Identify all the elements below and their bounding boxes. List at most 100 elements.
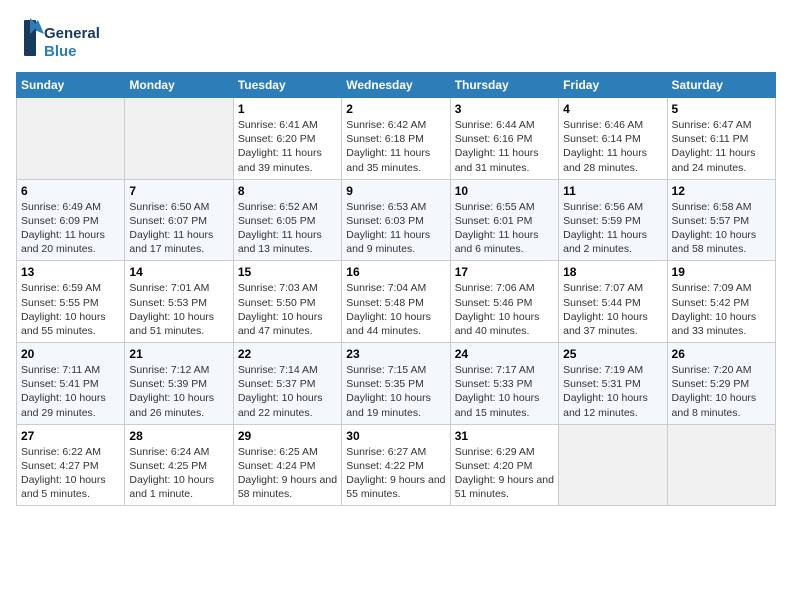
cell-content: Sunrise: 6:50 AMSunset: 6:07 PMDaylight:…: [129, 200, 228, 257]
daylight-label: Daylight: 11 hours and 28 minutes.: [563, 147, 647, 173]
day-number: 14: [129, 265, 228, 279]
sunset-label: Sunset: 5:50 PM: [238, 297, 316, 309]
cell-content: Sunrise: 7:04 AMSunset: 5:48 PMDaylight:…: [346, 281, 445, 338]
svg-text:General: General: [44, 25, 100, 42]
sunset-label: Sunset: 5:44 PM: [563, 297, 641, 309]
daylight-label: Daylight: 10 hours and 37 minutes.: [563, 311, 648, 337]
day-number: 20: [21, 347, 120, 361]
daylight-label: Daylight: 10 hours and 40 minutes.: [455, 311, 540, 337]
day-number: 22: [238, 347, 337, 361]
day-number: 17: [455, 265, 554, 279]
daylight-label: Daylight: 11 hours and 6 minutes.: [455, 229, 539, 255]
calendar-cell: 28Sunrise: 6:24 AMSunset: 4:25 PMDayligh…: [125, 424, 233, 506]
calendar-cell: 10Sunrise: 6:55 AMSunset: 6:01 PMDayligh…: [450, 179, 558, 261]
sunrise-label: Sunrise: 7:03 AM: [238, 282, 318, 294]
day-number: 6: [21, 184, 120, 198]
sunset-label: Sunset: 5:55 PM: [21, 297, 99, 309]
daylight-label: Daylight: 11 hours and 17 minutes.: [129, 229, 213, 255]
daylight-label: Daylight: 11 hours and 31 minutes.: [455, 147, 539, 173]
cell-content: Sunrise: 7:15 AMSunset: 5:35 PMDaylight:…: [346, 363, 445, 420]
daylight-label: Daylight: 10 hours and 58 minutes.: [672, 229, 757, 255]
sunset-label: Sunset: 6:14 PM: [563, 133, 641, 145]
day-number: 1: [238, 102, 337, 116]
daylight-label: Daylight: 11 hours and 24 minutes.: [672, 147, 756, 173]
sunrise-label: Sunrise: 6:22 AM: [21, 446, 101, 458]
sunrise-label: Sunrise: 6:50 AM: [129, 201, 209, 213]
cell-content: Sunrise: 6:22 AMSunset: 4:27 PMDaylight:…: [21, 445, 120, 502]
day-number: 16: [346, 265, 445, 279]
day-number: 5: [672, 102, 771, 116]
calendar-cell: 30 Sunrise: 6:27 AMSunset: 4:22 PMDayligh…: [342, 424, 450, 506]
cell-content: Sunrise: 7:20 AMSunset: 5:29 PMDaylight:…: [672, 363, 771, 420]
daylight-label: Daylight: 10 hours and 29 minutes.: [21, 392, 106, 418]
day-number: 4: [563, 102, 662, 116]
calendar-cell: 7Sunrise: 6:50 AMSunset: 6:07 PMDaylight…: [125, 179, 233, 261]
daylight-label: Daylight: 11 hours and 9 minutes.: [346, 229, 430, 255]
day-number: 30: [346, 429, 445, 443]
cell-content: Sunrise: 6:41 AMSunset: 6:20 PMDaylight:…: [238, 118, 337, 175]
sunset-label: Sunset: 5:33 PM: [455, 378, 533, 390]
calendar-cell: 2Sunrise: 6:42 AMSunset: 6:18 PMDaylight…: [342, 98, 450, 180]
daylight-label: Daylight: 11 hours and 39 minutes.: [238, 147, 322, 173]
cell-content: Sunrise: 6:47 AMSunset: 6:11 PMDaylight:…: [672, 118, 771, 175]
daylight-label: Daylight: 10 hours and 33 minutes.: [672, 311, 757, 337]
cell-content: Sunrise: 6:29 AMSunset: 4:20 PMDaylight:…: [455, 445, 554, 502]
calendar-cell: 4Sunrise: 6:46 AMSunset: 6:14 PMDaylight…: [559, 98, 667, 180]
day-number: 8: [238, 184, 337, 198]
calendar-cell: 24Sunrise: 7:17 AMSunset: 5:33 PMDayligh…: [450, 343, 558, 425]
sunrise-label: Sunrise: 7:12 AM: [129, 364, 209, 376]
calendar-cell: 6 Sunrise: 6:49 AMSunset: 6:09 PMDaylight…: [17, 179, 125, 261]
sunrise-label: Sunrise: 6:47 AM: [672, 119, 752, 131]
calendar-cell: 29Sunrise: 6:25 AMSunset: 4:24 PMDayligh…: [233, 424, 341, 506]
cell-content: Sunrise: 6:53 AMSunset: 6:03 PMDaylight:…: [346, 200, 445, 257]
sunset-label: Sunset: 5:35 PM: [346, 378, 424, 390]
cell-content: Sunrise: 6:25 AMSunset: 4:24 PMDaylight:…: [238, 445, 337, 502]
cell-content: Sunrise: 6:27 AMSunset: 4:22 PMDaylight:…: [346, 445, 445, 502]
daylight-label: Daylight: 9 hours and 55 minutes.: [346, 474, 445, 500]
sunset-label: Sunset: 4:25 PM: [129, 460, 207, 472]
calendar-cell: 9Sunrise: 6:53 AMSunset: 6:03 PMDaylight…: [342, 179, 450, 261]
sunset-label: Sunset: 5:29 PM: [672, 378, 750, 390]
sunrise-label: Sunrise: 6:42 AM: [346, 119, 426, 131]
day-number: 12: [672, 184, 771, 198]
sunset-label: Sunset: 6:05 PM: [238, 215, 316, 227]
daylight-label: Daylight: 10 hours and 8 minutes.: [672, 392, 757, 418]
day-number: 24: [455, 347, 554, 361]
sunrise-label: Sunrise: 6:55 AM: [455, 201, 535, 213]
cell-content: Sunrise: 7:09 AMSunset: 5:42 PMDaylight:…: [672, 281, 771, 338]
day-number: 25: [563, 347, 662, 361]
cell-content: Sunrise: 6:59 AMSunset: 5:55 PMDaylight:…: [21, 281, 120, 338]
calendar-cell: 31Sunrise: 6:29 AMSunset: 4:20 PMDayligh…: [450, 424, 558, 506]
cell-content: Sunrise: 6:55 AMSunset: 6:01 PMDaylight:…: [455, 200, 554, 257]
calendar-week-4: 20Sunrise: 7:11 AMSunset: 5:41 PMDayligh…: [17, 343, 776, 425]
calendar-cell: 12 Sunrise: 6:58 AMSunset: 5:57 PMDayligh…: [667, 179, 775, 261]
sunrise-label: Sunrise: 6:41 AM: [238, 119, 318, 131]
sunrise-label: Sunrise: 7:14 AM: [238, 364, 318, 376]
calendar-cell: 1 Sunrise: 6:41 AMSunset: 6:20 PMDaylight…: [233, 98, 341, 180]
day-number: 19: [672, 265, 771, 279]
calendar-cell: 18Sunrise: 7:07 AMSunset: 5:44 PMDayligh…: [559, 261, 667, 343]
day-number: 2: [346, 102, 445, 116]
cell-content: Sunrise: 7:03 AMSunset: 5:50 PMDaylight:…: [238, 281, 337, 338]
day-header-tuesday: Tuesday: [233, 73, 341, 98]
sunset-label: Sunset: 4:27 PM: [21, 460, 99, 472]
day-number: 11: [563, 184, 662, 198]
daylight-label: Daylight: 11 hours and 13 minutes.: [238, 229, 322, 255]
cell-content: Sunrise: 7:12 AMSunset: 5:39 PMDaylight:…: [129, 363, 228, 420]
calendar-cell: 15Sunrise: 7:03 AMSunset: 5:50 PMDayligh…: [233, 261, 341, 343]
cell-content: Sunrise: 6:49 AMSunset: 6:09 PMDaylight:…: [21, 200, 120, 257]
sunset-label: Sunset: 6:09 PM: [21, 215, 99, 227]
daylight-label: Daylight: 10 hours and 12 minutes.: [563, 392, 648, 418]
calendar-cell: 26Sunrise: 7:20 AMSunset: 5:29 PMDayligh…: [667, 343, 775, 425]
daylight-label: Daylight: 10 hours and 55 minutes.: [21, 311, 106, 337]
sunrise-label: Sunrise: 7:15 AM: [346, 364, 426, 376]
calendar-cell: 14Sunrise: 7:01 AMSunset: 5:53 PMDayligh…: [125, 261, 233, 343]
daylight-label: Daylight: 10 hours and 22 minutes.: [238, 392, 323, 418]
daylight-label: Daylight: 10 hours and 15 minutes.: [455, 392, 540, 418]
calendar-body: 1 Sunrise: 6:41 AMSunset: 6:20 PMDaylight…: [17, 98, 776, 506]
sunset-label: Sunset: 5:57 PM: [672, 215, 750, 227]
cell-content: Sunrise: 6:58 AMSunset: 5:57 PMDaylight:…: [672, 200, 771, 257]
calendar-cell: [125, 98, 233, 180]
sunset-label: Sunset: 5:41 PM: [21, 378, 99, 390]
day-number: 13: [21, 265, 120, 279]
